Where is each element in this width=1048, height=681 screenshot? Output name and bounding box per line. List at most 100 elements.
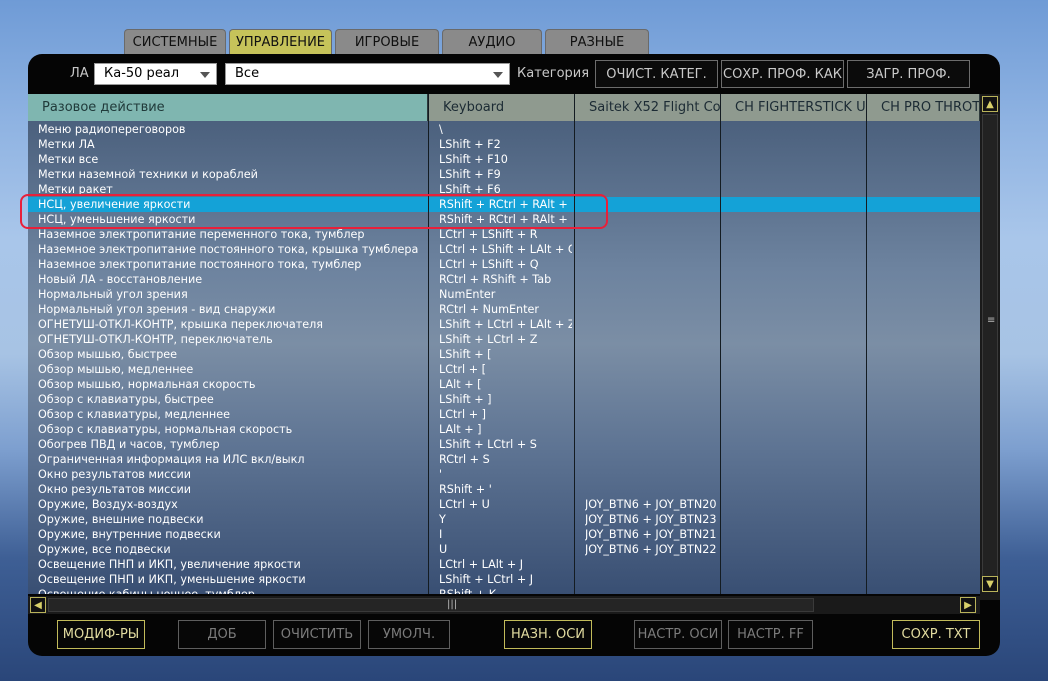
default-button[interactable]: УМОЛЧ. <box>368 620 450 649</box>
action-cell: Оружие, внутренние подвески <box>38 528 221 541</box>
toolbar: ЛА Ка-50 реал Все Категория ОЧИСТ. КАТЕГ… <box>28 54 1000 92</box>
column-divider <box>428 94 429 594</box>
table-row[interactable]: Оружие, все подвески U JOY_BTN6 + JOY_BTN2… <box>28 542 980 557</box>
action-cell: Окно результатов миссии <box>38 468 192 481</box>
column-divider <box>574 94 575 594</box>
table-row[interactable]: Освещение ПНП и ИКП, уменьшение яркости L… <box>28 572 980 587</box>
table-row[interactable]: Ограниченная информация на ИЛС вкл/выкл R… <box>28 452 980 467</box>
tab-misc[interactable]: РАЗНЫЕ <box>545 29 649 55</box>
table-row[interactable]: ОГНЕТУШ-ОТКЛ-КОНТР, крышка переключателя… <box>28 317 980 332</box>
table-row[interactable]: Освещение ПНП и ИКП, увеличение яркости L… <box>28 557 980 572</box>
saitek-binding-cell: JOY_BTN6 + JOY_BTN23 <box>585 513 717 526</box>
table-row[interactable]: Наземное электропитание постоянного тока… <box>28 257 980 272</box>
scroll-right-icon[interactable]: ▶ <box>960 597 976 613</box>
modifiers-button[interactable]: МОДИФ-РЫ <box>57 620 145 649</box>
saitek-binding-cell <box>585 287 718 302</box>
action-cell: ОГНЕТУШ-ОТКЛ-КОНТР, переключатель <box>38 333 273 346</box>
table-row[interactable]: НСЦ, увеличение яркости RShift + RCtrl + … <box>28 197 980 212</box>
scroll-left-icon[interactable]: ◀ <box>30 597 46 613</box>
keyboard-binding-cell: LCtrl + U <box>439 498 490 511</box>
filter-select[interactable]: Все <box>225 63 510 85</box>
vertical-scrollbar[interactable]: ▲ ≡ ▼ <box>980 94 1000 600</box>
saitek-binding-cell <box>585 317 718 332</box>
column-header-ch-fighterstick[interactable]: CH FIGHTERSTICK US <box>721 94 867 121</box>
scroll-down-icon[interactable]: ▼ <box>982 576 998 592</box>
table-row[interactable]: Метки ЛА LShift + F2 <box>28 137 980 152</box>
action-cell: Оружие, все подвески <box>38 543 171 556</box>
action-cell: Новый ЛА - восстановление <box>38 273 203 286</box>
keyboard-binding-cell: LShift + LCtrl + S <box>439 438 537 451</box>
table-row[interactable]: Оружие, внутренние подвески I JOY_BTN6 + J… <box>28 527 980 542</box>
keyboard-binding-cell: LShift + F9 <box>439 168 501 181</box>
clear-category-button[interactable]: ОЧИСТ. КАТЕГ. <box>595 60 718 88</box>
action-cell: Освещение ПНП и ИКП, увеличение яркости <box>38 558 301 571</box>
action-cell: Метки ракет <box>38 183 113 196</box>
load-profile-button[interactable]: ЗАГР. ПРОФ. <box>847 60 970 88</box>
tab-gameplay[interactable]: ИГРОВЫЕ <box>335 29 439 55</box>
saitek-binding-cell <box>585 332 718 347</box>
action-cell: Обзор мышью, быстрее <box>38 348 178 361</box>
table-row[interactable]: Меню радиопереговоров \ <box>28 122 980 137</box>
horizontal-scroll-thumb[interactable]: ||| <box>48 598 814 612</box>
table-row[interactable]: Обзор с клавиатуры, нормальная скорость L… <box>28 422 980 437</box>
tab-audio[interactable]: АУДИО <box>442 29 542 55</box>
table-row[interactable]: Освещение кабины ночное, тумблер RShift +… <box>28 587 980 594</box>
table-row[interactable]: Метки ракет LShift + F6 <box>28 182 980 197</box>
action-cell: Обзор мышью, нормальная скорость <box>38 378 256 391</box>
saitek-binding-cell <box>585 152 718 167</box>
table-row[interactable]: Обогрев ПВД и часов, тумблер LShift + LCt… <box>28 437 980 452</box>
table-row[interactable]: ОГНЕТУШ-ОТКЛ-КОНТР, переключатель LShift … <box>28 332 980 347</box>
keyboard-binding-cell: LShift + ] <box>439 393 492 406</box>
table-row[interactable]: Нормальный угол зрения - вид снаружи RCtr… <box>28 302 980 317</box>
tab-system[interactable]: СИСТЕМНЫЕ <box>124 29 226 55</box>
save-profile-as-button[interactable]: СОХР. ПРОФ. КАК <box>721 60 844 88</box>
settings-tabs: СИСТЕМНЫЕ УПРАВЛЕНИЕ ИГРОВЫЕ АУДИО РАЗНЫ… <box>124 29 652 55</box>
table-row[interactable]: Окно результатов миссии ' <box>28 467 980 482</box>
table-row[interactable]: Оружие, Воздух-воздух LCtrl + U JOY_BTN6 +… <box>28 497 980 512</box>
table-row[interactable]: Нормальный угол зрения NumEnter <box>28 287 980 302</box>
table-row[interactable]: Обзор с клавиатуры, быстрее LShift + ] <box>28 392 980 407</box>
column-header-keyboard[interactable]: Keyboard <box>429 94 575 121</box>
column-header-ch-throttle[interactable]: CH PRO THROT <box>867 94 980 121</box>
saitek-binding-cell: JOY_BTN6 + JOY_BTN21 <box>585 528 717 541</box>
keyboard-binding-cell: RShift + RCtrl + RAlt + [ <box>439 213 572 226</box>
table-row[interactable]: Наземное электропитание переменного тока… <box>28 227 980 242</box>
table-row[interactable]: Метки наземной техники и кораблей LShift … <box>28 167 980 182</box>
table-row[interactable]: Метки все LShift + F10 <box>28 152 980 167</box>
save-txt-button[interactable]: СОХР. TXT <box>892 620 980 649</box>
table-row[interactable]: НСЦ, уменьшение яркости RShift + RCtrl + … <box>28 212 980 227</box>
column-divider <box>866 94 867 594</box>
grip-icon: ||| <box>447 599 458 610</box>
table-row[interactable]: Новый ЛА - восстановление RCtrl + RShift … <box>28 272 980 287</box>
axis-tune-button[interactable]: НАСТР. ОСИ <box>634 620 722 649</box>
table-row[interactable]: Оружие, внешние подвески Y JOY_BTN6 + JOY_… <box>28 512 980 527</box>
vertical-scroll-thumb[interactable]: ≡ <box>982 114 998 582</box>
keyboard-binding-cell: Y <box>439 513 446 526</box>
scroll-up-icon[interactable]: ▲ <box>982 96 998 112</box>
filter-value: Все <box>235 66 260 81</box>
ff-tune-button[interactable]: НАСТР. FF <box>728 620 813 649</box>
grip-icon: ≡ <box>987 315 996 326</box>
table-row[interactable]: Окно результатов миссии RShift + ' <box>28 482 980 497</box>
aircraft-select[interactable]: Ка-50 реал <box>94 63 217 85</box>
tab-controls[interactable]: УПРАВЛЕНИЕ <box>229 29 332 55</box>
keyboard-binding-cell: LCtrl + LAlt + J <box>439 558 524 571</box>
saitek-binding-cell <box>585 422 718 437</box>
clear-button[interactable]: ОЧИСТИТЬ <box>273 620 361 649</box>
horizontal-scrollbar[interactable]: ◀ ||| ▶ <box>28 596 980 614</box>
table-row[interactable]: Обзор с клавиатуры, медленнее LCtrl + ] <box>28 407 980 422</box>
table-row[interactable]: Обзор мышью, быстрее LShift + [ <box>28 347 980 362</box>
action-cell: Освещение кабины ночное, тумблер <box>38 587 426 594</box>
saitek-binding-cell <box>585 272 718 287</box>
assign-axis-button[interactable]: НАЗН. ОСИ <box>504 620 592 649</box>
table-row[interactable]: Обзор мышью, медленнее LCtrl + [ <box>28 362 980 377</box>
column-header-action[interactable]: Разовое действие <box>28 94 428 121</box>
table-row[interactable]: Наземное электропитание постоянного тока… <box>28 242 980 257</box>
column-header-saitek[interactable]: Saitek X52 Flight Co <box>575 94 721 121</box>
saitek-binding-cell <box>585 197 718 212</box>
controls-panel: ЛА Ка-50 реал Все Категория ОЧИСТ. КАТЕГ… <box>28 54 1000 656</box>
table-row[interactable]: Обзор мышью, нормальная скорость LAlt + [ <box>28 377 980 392</box>
saitek-binding-cell <box>585 182 718 197</box>
chevron-down-icon <box>493 72 503 78</box>
add-button[interactable]: ДОБ <box>178 620 266 649</box>
